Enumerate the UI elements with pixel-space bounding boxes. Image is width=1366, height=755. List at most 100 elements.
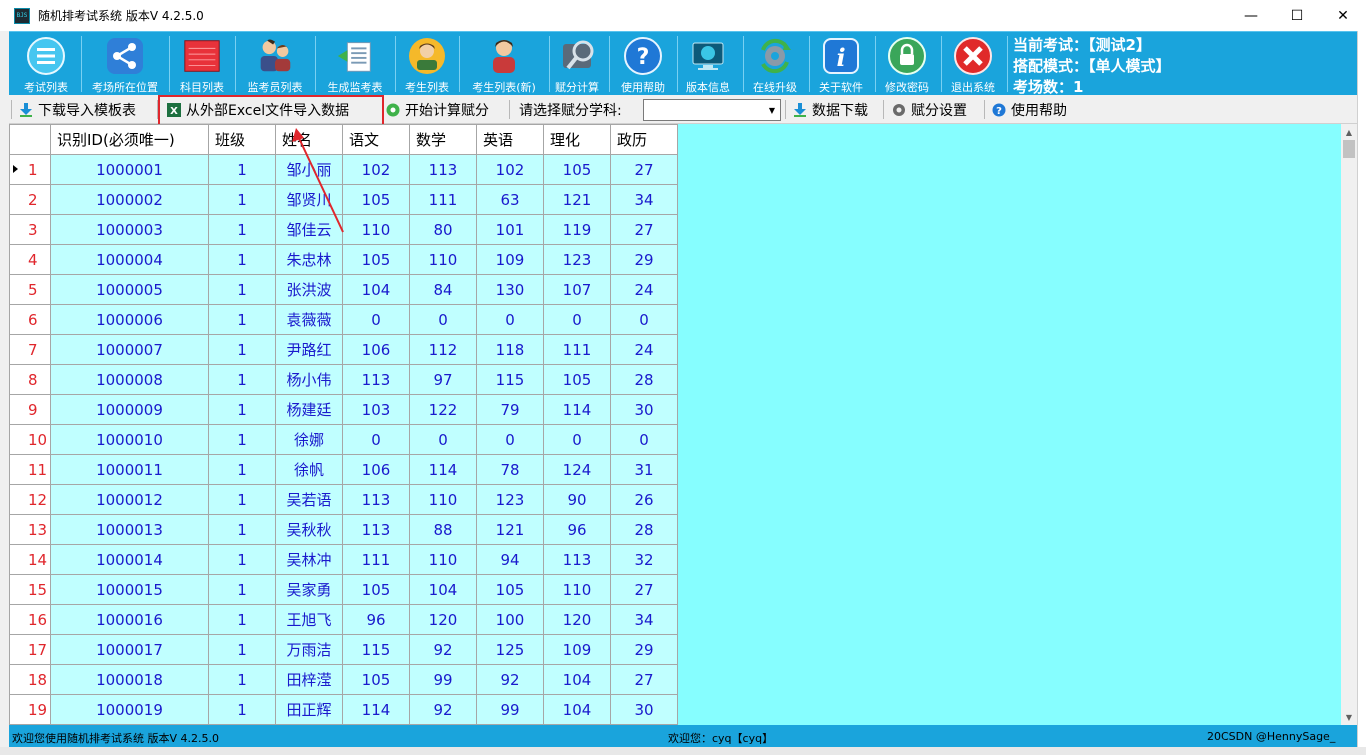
table-cell[interactable]: 80 — [409, 214, 477, 245]
ribbon-exit-system[interactable]: 退出系统 — [943, 32, 1003, 96]
table-cell[interactable]: 104 — [543, 694, 611, 725]
table-cell[interactable]: 1 — [208, 154, 276, 185]
table-cell[interactable]: 27 — [610, 574, 678, 605]
table-cell[interactable]: 0 — [476, 304, 544, 335]
table-cell[interactable]: 113 — [543, 544, 611, 575]
ribbon-generate-proctor-table[interactable]: 生成监考表 — [317, 32, 393, 96]
table-row[interactable]: 6 1000006 1 袁薇薇 0 0 0 0 0 — [9, 304, 678, 335]
table-cell[interactable]: 63 — [476, 184, 544, 215]
table-cell[interactable]: 吴林冲 — [275, 544, 343, 575]
table-cell[interactable]: 1 — [208, 694, 276, 725]
table-cell[interactable]: 27 — [610, 664, 678, 695]
table-cell[interactable]: 杨建廷 — [275, 394, 343, 425]
table-cell[interactable]: 105 — [342, 574, 410, 605]
table-cell[interactable]: 1 — [208, 364, 276, 395]
row-number[interactable]: 7 — [9, 334, 51, 365]
table-cell[interactable]: 118 — [476, 334, 544, 365]
table-cell[interactable]: 24 — [610, 334, 678, 365]
table-cell[interactable]: 111 — [342, 544, 410, 575]
table-cell[interactable]: 114 — [543, 394, 611, 425]
table-cell[interactable]: 27 — [610, 214, 678, 245]
table-row[interactable]: 13 1000013 1 吴秋秋 113 88 121 96 28 — [9, 514, 678, 545]
table-cell[interactable]: 115 — [342, 634, 410, 665]
table-cell[interactable]: 邹小丽 — [275, 154, 343, 185]
table-cell[interactable]: 88 — [409, 514, 477, 545]
table-cell[interactable]: 123 — [543, 244, 611, 275]
minimize-button[interactable]: — — [1228, 0, 1274, 31]
table-cell[interactable]: 105 — [476, 574, 544, 605]
table-cell[interactable]: 120 — [543, 604, 611, 635]
table-row[interactable]: 9 1000009 1 杨建廷 103 122 79 114 30 — [9, 394, 678, 425]
table-cell[interactable]: 王旭飞 — [275, 604, 343, 635]
table-cell[interactable]: 吴家勇 — [275, 574, 343, 605]
table-cell[interactable]: 邹佳云 — [275, 214, 343, 245]
table-cell[interactable]: 1 — [208, 544, 276, 575]
maximize-button[interactable]: ☐ — [1274, 0, 1320, 31]
table-cell[interactable]: 1 — [208, 454, 276, 485]
scroll-up-icon[interactable]: ▲ — [1341, 124, 1357, 140]
table-cell[interactable]: 121 — [543, 184, 611, 215]
table-row[interactable]: 5 1000005 1 张洪波 104 84 130 107 24 — [9, 274, 678, 305]
table-cell[interactable]: 1 — [208, 424, 276, 455]
table-cell[interactable]: 110 — [409, 244, 477, 275]
table-row[interactable]: 18 1000018 1 田梓滢 105 99 92 104 27 — [9, 664, 678, 695]
table-row[interactable]: 4 1000004 1 朱忠林 105 110 109 123 29 — [9, 244, 678, 275]
table-row[interactable]: 3 1000003 1 邹佳云 110 80 101 119 27 — [9, 214, 678, 245]
table-cell[interactable]: 103 — [342, 394, 410, 425]
table-cell[interactable]: 0 — [409, 304, 477, 335]
table-row[interactable]: 17 1000017 1 万雨洁 115 92 125 109 29 — [9, 634, 678, 665]
table-cell[interactable]: 24 — [610, 274, 678, 305]
table-cell[interactable]: 吴若语 — [275, 484, 343, 515]
table-row[interactable]: 12 1000012 1 吴若语 113 110 123 90 26 — [9, 484, 678, 515]
table-cell[interactable]: 111 — [409, 184, 477, 215]
table-cell[interactable]: 26 — [610, 484, 678, 515]
table-cell[interactable]: 田正辉 — [275, 694, 343, 725]
table-cell[interactable]: 110 — [409, 484, 477, 515]
table-cell[interactable]: 104 — [543, 664, 611, 695]
table-cell[interactable]: 0 — [342, 424, 410, 455]
table-cell[interactable]: 徐娜 — [275, 424, 343, 455]
column-header[interactable]: 班级 — [208, 124, 276, 155]
table-cell[interactable]: 110 — [409, 544, 477, 575]
table-cell[interactable]: 114 — [342, 694, 410, 725]
start-calculation-button[interactable]: 开始计算赋分 — [386, 95, 489, 124]
table-cell[interactable]: 1 — [208, 394, 276, 425]
table-cell[interactable]: 111 — [543, 334, 611, 365]
table-row[interactable]: 19 1000019 1 田正辉 114 92 99 104 30 — [9, 694, 678, 725]
table-cell[interactable]: 112 — [409, 334, 477, 365]
table-cell[interactable]: 1000009 — [50, 394, 209, 425]
table-row[interactable]: 2 1000002 1 邹贤川 105 111 63 121 34 — [9, 184, 678, 215]
table-cell[interactable]: 104 — [342, 274, 410, 305]
table-cell[interactable]: 杨小伟 — [275, 364, 343, 395]
scroll-down-icon[interactable]: ▼ — [1341, 709, 1357, 725]
table-cell[interactable]: 125 — [476, 634, 544, 665]
table-cell[interactable]: 1000019 — [50, 694, 209, 725]
row-number[interactable]: 4 — [9, 244, 51, 275]
row-number[interactable]: 8 — [9, 364, 51, 395]
table-cell[interactable]: 104 — [409, 574, 477, 605]
ribbon-help[interactable]: ? 使用帮助 — [611, 32, 675, 96]
table-cell[interactable]: 1000003 — [50, 214, 209, 245]
table-cell[interactable]: 92 — [409, 634, 477, 665]
table-cell[interactable]: 0 — [543, 304, 611, 335]
toolbar-help-button[interactable]: ? 使用帮助 — [992, 95, 1067, 124]
ribbon-score-calculation[interactable]: 赋分计算 — [551, 32, 603, 96]
table-cell[interactable]: 92 — [409, 694, 477, 725]
table-cell[interactable]: 田梓滢 — [275, 664, 343, 695]
table-cell[interactable]: 吴秋秋 — [275, 514, 343, 545]
table-cell[interactable]: 30 — [610, 394, 678, 425]
table-cell[interactable]: 105 — [342, 244, 410, 275]
row-number[interactable]: 18 — [9, 664, 51, 695]
table-cell[interactable]: 1000014 — [50, 544, 209, 575]
table-cell[interactable]: 29 — [610, 244, 678, 275]
table-cell[interactable]: 1 — [208, 214, 276, 245]
table-cell[interactable]: 1000008 — [50, 364, 209, 395]
table-cell[interactable]: 114 — [409, 454, 477, 485]
ribbon-exam-location[interactable]: 考场所在位置 — [83, 32, 167, 96]
table-cell[interactable]: 1 — [208, 304, 276, 335]
column-header[interactable]: 理化 — [543, 124, 611, 155]
table-cell[interactable]: 邹贤川 — [275, 184, 343, 215]
row-number[interactable]: 19 — [9, 694, 51, 725]
column-header[interactable]: 数学 — [409, 124, 477, 155]
table-cell[interactable]: 1000010 — [50, 424, 209, 455]
